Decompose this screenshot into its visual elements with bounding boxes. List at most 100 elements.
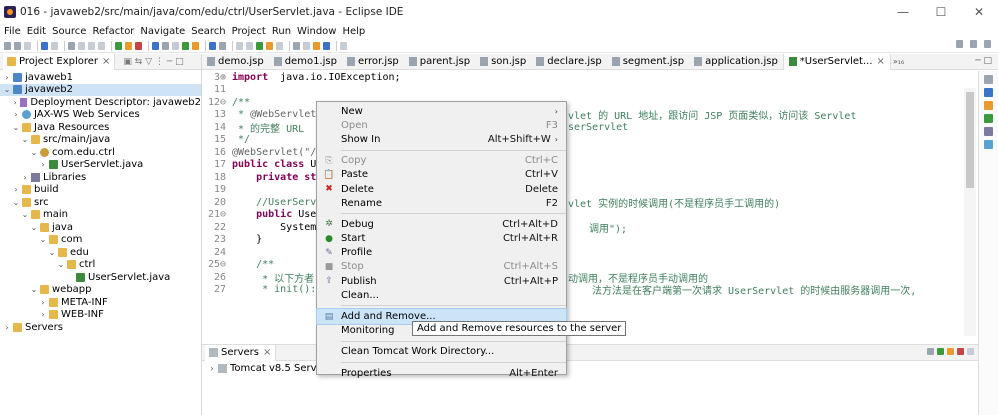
menu-help[interactable]: Help: [342, 26, 365, 37]
menu-navigate[interactable]: Navigate: [140, 26, 185, 37]
tree-item[interactable]: UserServlet.java: [0, 271, 201, 284]
chevron-right-icon[interactable]: ›: [3, 73, 11, 82]
chevron-right-icon[interactable]: ›: [39, 310, 47, 319]
toolbar-icon[interactable]: [162, 41, 169, 50]
chevron-right-icon[interactable]: ›: [21, 173, 29, 182]
search-view-icon[interactable]: [984, 140, 993, 149]
tree-item[interactable]: ⌄ Java Resources: [0, 121, 201, 134]
tree-item[interactable]: › META-INF: [0, 296, 201, 309]
search-icon[interactable]: [956, 40, 963, 48]
menu-item-start[interactable]: ● Start Ctrl+Alt+R: [317, 232, 566, 246]
menu-project[interactable]: Project: [232, 26, 266, 37]
toolbar-icon[interactable]: [209, 41, 216, 50]
chevron-down-icon[interactable]: ⌄: [30, 223, 38, 232]
editor-tab[interactable]: demo1.jsp: [269, 54, 342, 70]
menu-item-debug[interactable]: ✲ Debug Ctrl+Alt+D: [317, 217, 566, 231]
chevron-down-icon[interactable]: ⌄: [30, 148, 38, 157]
editor-vertical-scrollbar[interactable]: [964, 88, 976, 336]
toolbar-icon[interactable]: [323, 41, 330, 50]
chevron-down-icon[interactable]: ⌄: [57, 260, 65, 269]
toolbar-icon[interactable]: [152, 41, 159, 50]
tree-item[interactable]: ⌄ javaweb2: [0, 83, 201, 96]
toolbar-icon[interactable]: [313, 41, 320, 50]
toolbar-icon[interactable]: [4, 41, 11, 50]
menu-item-rename[interactable]: Rename F2: [317, 196, 566, 210]
server-start-icon[interactable]: [937, 348, 944, 355]
editor-tab[interactable]: segment.jsp: [607, 54, 689, 70]
editor-tab[interactable]: declare.jsp: [531, 54, 606, 70]
menu-file[interactable]: File: [4, 26, 21, 37]
menu-edit[interactable]: Edit: [27, 26, 46, 37]
toolbar-icon[interactable]: [266, 41, 273, 50]
servers-tab[interactable]: Servers ×: [205, 344, 277, 361]
menu-item-clean-tomcat-work-directory[interactable]: Clean Tomcat Work Directory...: [317, 345, 566, 359]
tree-item[interactable]: › build: [0, 184, 201, 197]
tree-item[interactable]: ⌄ webapp: [0, 284, 201, 297]
toolbar-icon[interactable]: [236, 41, 243, 50]
tree-item[interactable]: ⌄ main: [0, 209, 201, 222]
palette-icon[interactable]: [984, 101, 993, 110]
editor-tab[interactable]: error.jsp: [342, 54, 404, 70]
toolbar-icon[interactable]: [68, 41, 75, 50]
toolbar-icon[interactable]: [276, 41, 283, 50]
server-debug-icon[interactable]: [927, 348, 934, 355]
toolbar-icon[interactable]: [115, 41, 122, 50]
chevron-right-icon[interactable]: ›: [12, 185, 20, 194]
menu-search[interactable]: Search: [191, 26, 225, 37]
chevron-right-icon[interactable]: ›: [12, 110, 20, 119]
toolbar-icon[interactable]: [41, 41, 48, 50]
close-button[interactable]: ✕: [960, 0, 998, 24]
tree-item[interactable]: › Deployment Descriptor: javaweb2: [0, 96, 201, 109]
tree-item[interactable]: › WEB-INF: [0, 309, 201, 322]
scrollbar-thumb[interactable]: [966, 92, 974, 188]
problems-icon[interactable]: [984, 114, 993, 123]
editor-minmax-icons[interactable]: ─ □: [975, 56, 992, 66]
chevron-right-icon[interactable]: ›: [39, 160, 47, 169]
outline-icon[interactable]: [984, 75, 993, 84]
toolbar-icon[interactable]: [303, 41, 310, 50]
chevron-down-icon[interactable]: ⌄: [21, 210, 29, 219]
toolbar-icon[interactable]: [51, 41, 58, 50]
server-stop-icon[interactable]: [957, 348, 964, 355]
java-ee-perspective-icon[interactable]: [984, 40, 991, 48]
chevron-down-icon[interactable]: ⌄: [39, 235, 47, 244]
menu-run[interactable]: Run: [272, 26, 291, 37]
tree-item[interactable]: ⌄ com: [0, 234, 201, 247]
console-icon[interactable]: [984, 127, 993, 136]
server-publish-icon[interactable]: [967, 348, 974, 355]
toolbar-icon[interactable]: [125, 41, 132, 50]
tree-item[interactable]: › JAX-WS Web Services: [0, 109, 201, 122]
menu-item-publish[interactable]: ⇪ Publish Ctrl+Alt+P: [317, 274, 566, 288]
toolbar-icon[interactable]: [135, 41, 142, 50]
task-list-icon[interactable]: [984, 88, 993, 97]
editor-tab[interactable]: son.jsp: [475, 54, 531, 70]
menu-item-paste[interactable]: 📋 Paste Ctrl+V: [317, 168, 566, 182]
menu-item-delete[interactable]: ✖ Delete Delete: [317, 182, 566, 196]
toolbar-icon[interactable]: [24, 41, 31, 50]
chevron-down-icon[interactable]: ⌄: [12, 198, 20, 207]
tree-item[interactable]: › Servers: [0, 321, 201, 334]
editor-tab[interactable]: demo.jsp: [202, 54, 269, 70]
tree-item[interactable]: › javaweb1: [0, 71, 201, 84]
server-profile-icon[interactable]: [947, 348, 954, 355]
toolbar-icon[interactable]: [219, 41, 226, 50]
menu-window[interactable]: Window: [297, 26, 336, 37]
chevron-down-icon[interactable]: ⌄: [30, 285, 38, 294]
toolbar-icon[interactable]: [172, 41, 179, 50]
close-icon[interactable]: ×: [877, 56, 885, 67]
toolbar-icon[interactable]: [293, 41, 300, 50]
editor-tab[interactable]: application.jsp: [689, 54, 783, 70]
minimize-button[interactable]: —: [884, 0, 922, 24]
close-icon[interactable]: ×: [263, 347, 271, 358]
chevron-right-icon[interactable]: ›: [3, 323, 11, 332]
chevron-right-icon[interactable]: ›: [208, 364, 216, 373]
perspective-icon[interactable]: [970, 40, 977, 48]
toolbar-icon[interactable]: [246, 41, 253, 50]
chevron-right-icon[interactable]: ›: [12, 98, 18, 107]
chevron-down-icon[interactable]: ⌄: [12, 123, 20, 132]
toolbar-icon[interactable]: [340, 41, 347, 50]
toolbar-icon[interactable]: [98, 41, 105, 50]
menu-source[interactable]: Source: [52, 26, 86, 37]
editor-tab[interactable]: *UserServlet... ×: [782, 53, 891, 70]
chevron-right-icon[interactable]: ›: [39, 298, 47, 307]
